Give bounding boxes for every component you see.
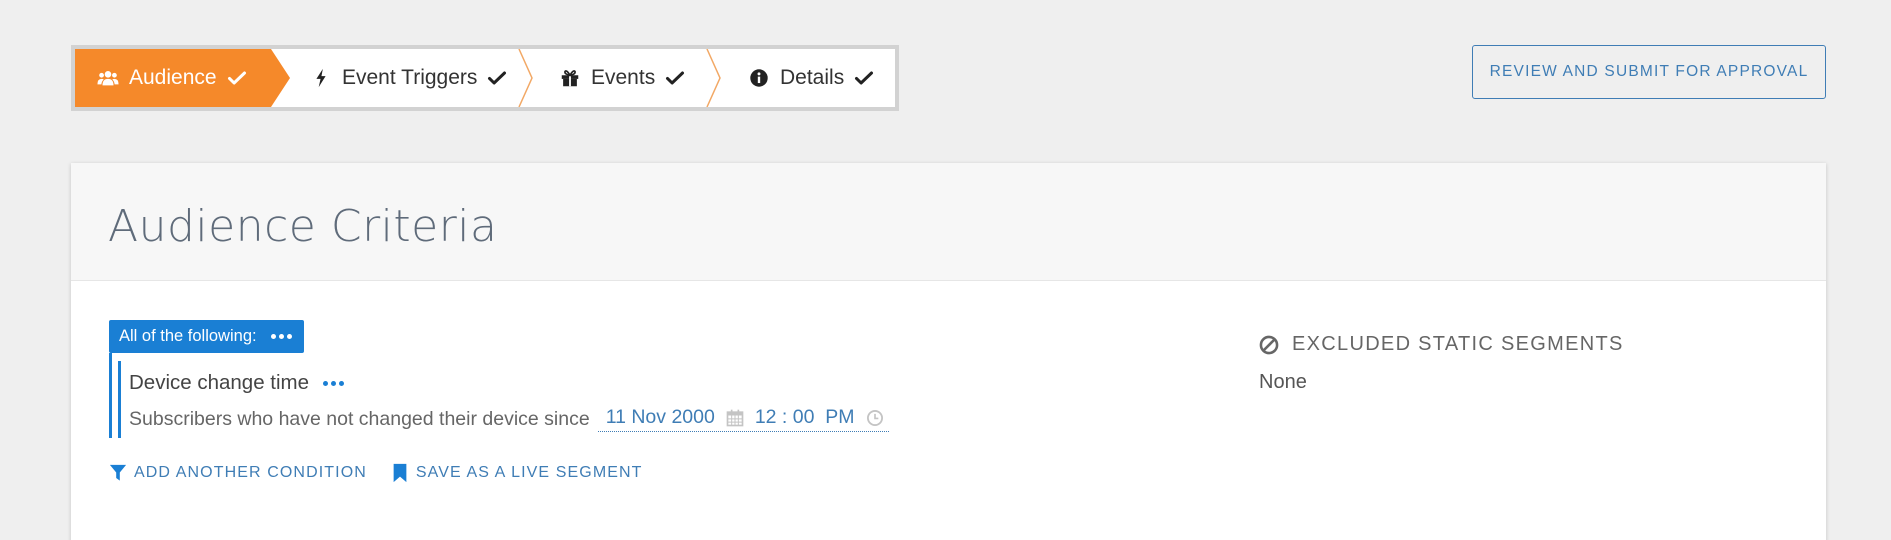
bolt-icon (316, 68, 326, 88)
group-rail (109, 353, 112, 438)
wizard-step-label: Events (591, 66, 656, 89)
check-icon (488, 71, 507, 85)
criteria-group-label: All of the following: (119, 327, 257, 345)
date-value[interactable]: 11 Nov 2000 (606, 406, 715, 429)
check-icon (666, 71, 685, 85)
wizard-steps: Audience Event Triggers Events Details (71, 45, 899, 111)
more-options-icon[interactable] (323, 380, 345, 386)
review-and-submit-button[interactable]: REVIEW AND SUBMIT FOR APPROVAL (1472, 45, 1826, 99)
excluded-segments-heading: EXCLUDED STATIC SEGMENTS (1258, 333, 1624, 356)
excluded-segments-value: None (1259, 371, 1307, 393)
condition-title: Device change time (129, 371, 345, 395)
wizard-step-label: Details (780, 66, 845, 89)
add-condition-button[interactable]: ADD ANOTHER CONDITION (109, 463, 367, 483)
condition-title-label: Device change time (129, 371, 310, 394)
users-icon (97, 71, 119, 86)
filter-icon (109, 464, 127, 481)
time-value[interactable]: 12 : 00 PM (755, 406, 855, 429)
wizard-step-events[interactable]: Events (559, 49, 685, 107)
wizard-step-audience[interactable]: Audience (97, 49, 247, 107)
card-header: Audience Criteria (71, 163, 1826, 281)
criteria-group-tag[interactable]: All of the following: (109, 320, 304, 353)
wizard-step-label: Audience (129, 66, 217, 89)
gift-icon (561, 70, 579, 87)
datetime-picker[interactable]: 11 Nov 2000 12 : 00 PM (597, 406, 889, 432)
excluded-segments-title: EXCLUDED STATIC SEGMENTS (1292, 333, 1624, 355)
check-icon (227, 71, 246, 85)
save-live-segment-button[interactable]: SAVE AS A LIVE SEGMENT (391, 463, 643, 483)
save-segment-label: SAVE AS A LIVE SEGMENT (415, 464, 643, 481)
wizard-step-details[interactable]: Details (748, 49, 874, 107)
info-circle-icon (750, 69, 768, 87)
audience-criteria-card: Audience Criteria All of the following: … (71, 163, 1826, 540)
ban-icon (1259, 335, 1279, 354)
condition-description-text: Subscribers who have not changed their d… (129, 407, 590, 430)
condition-rail (118, 361, 121, 438)
wizard-step-event-triggers[interactable]: Event Triggers (310, 49, 507, 107)
clock-icon[interactable] (865, 408, 885, 428)
add-condition-label: ADD ANOTHER CONDITION (134, 464, 367, 481)
check-icon (855, 71, 874, 85)
more-options-icon[interactable] (270, 334, 292, 339)
condition-description: Subscribers who have not changed their d… (129, 406, 889, 432)
page-title: Audience Criteria (108, 201, 498, 252)
calendar-icon[interactable] (725, 408, 745, 428)
bookmark-icon (393, 463, 407, 483)
criteria-actions: ADD ANOTHER CONDITION SAVE AS A LIVE SEG… (109, 463, 643, 483)
wizard-step-label: Event Triggers (342, 66, 478, 89)
